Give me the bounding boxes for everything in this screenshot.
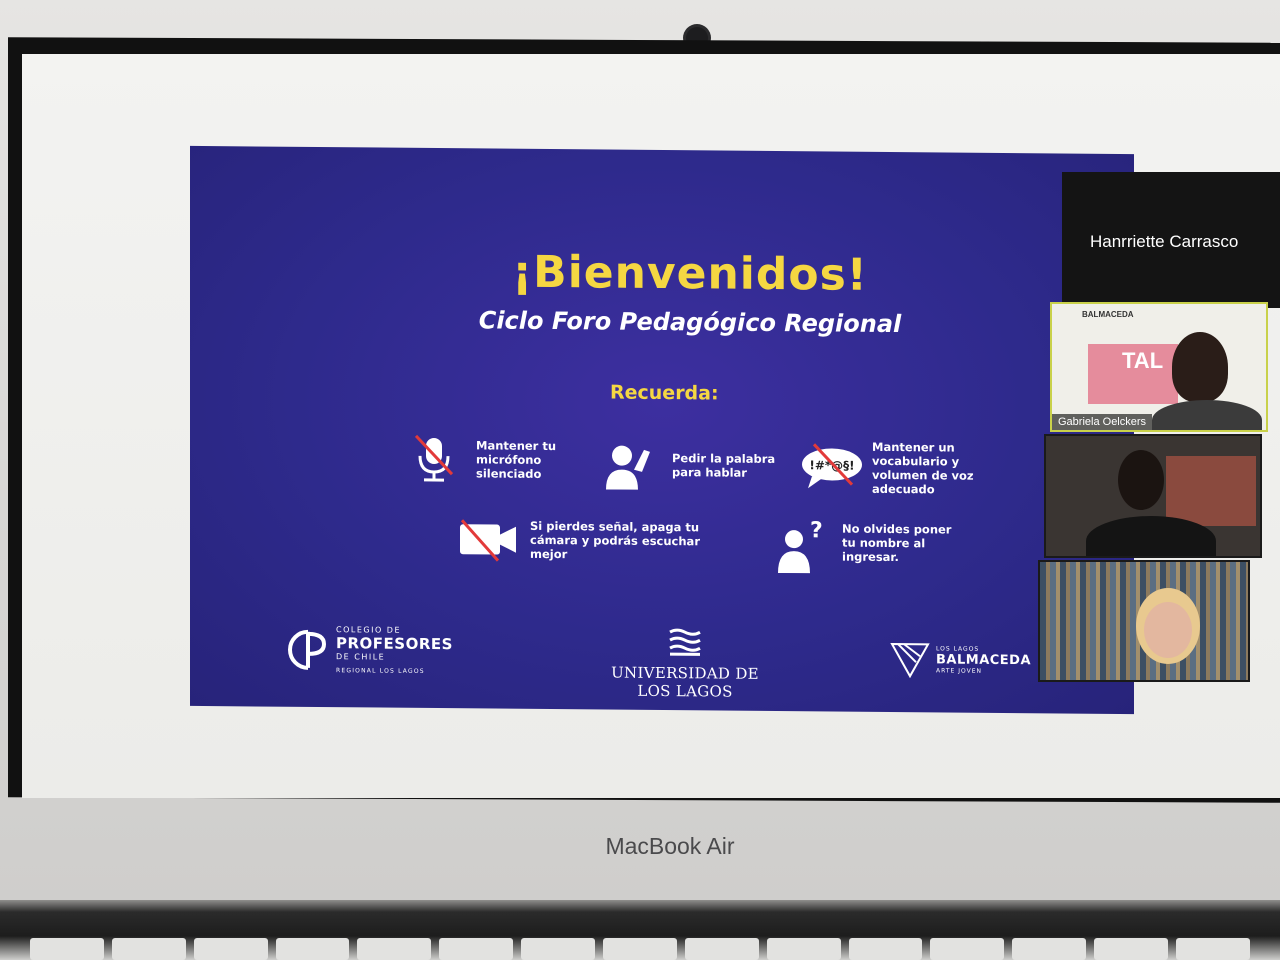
slide-title: ¡Bienvenidos! xyxy=(512,246,868,301)
participant-silhouette xyxy=(1118,450,1164,510)
colegio-profesores-emblem-icon xyxy=(288,629,326,670)
slide-subtitle: Ciclo Foro Pedagógico Regional xyxy=(478,306,902,339)
svg-text:?: ? xyxy=(810,518,823,543)
keyboard-keys xyxy=(0,938,1280,960)
logo-text: REGIONAL LOS LAGOS xyxy=(336,667,425,675)
backdrop-text: TAL xyxy=(1122,348,1164,373)
backdrop-text: BALMACEDA xyxy=(1082,310,1134,319)
logo-text: BALMACEDA xyxy=(936,651,1032,668)
balmaceda-triangles-icon xyxy=(890,642,930,679)
participant-silhouette xyxy=(1172,332,1228,402)
universidad-los-lagos-logo: UNIVERSIDAD DE LOS LAGOS xyxy=(600,625,770,701)
laptop-brand-label: MacBook Air xyxy=(605,833,735,859)
logo-text: PROFESORES xyxy=(336,634,453,654)
rule-text: No olvides poner tu nombre al ingresar. xyxy=(842,521,952,565)
participant-video-tile[interactable] xyxy=(1044,434,1262,558)
rule-text: Mantener un vocabulario y volumen de voz… xyxy=(872,439,974,497)
logo-text: DE CHILE xyxy=(336,652,386,662)
rule-vocabulary: !#*@§! Mantener un vocabulario y volumen… xyxy=(800,439,1022,497)
active-speaker-name: Hanrriette Carrasco xyxy=(1090,232,1239,251)
no-swearing-speech-bubble-icon: !#*@§! xyxy=(800,442,862,493)
balmaceda-logo: LOS LAGOS BALMACEDA ARTE JOVEN xyxy=(890,640,1031,679)
wall-art xyxy=(1166,456,1256,526)
participant-name-label: Gabriela Oelckers xyxy=(1052,414,1153,430)
rule-raise-hand: Pedir la palabra para hablar xyxy=(600,439,822,491)
rule-mute-mic: Mantener tu micrófono silenciado xyxy=(404,434,626,486)
participant-silhouette xyxy=(1144,602,1192,658)
rule-name: ? No olvides poner tu nombre al ingresar… xyxy=(770,517,992,574)
colegio-profesores-logo: COLEGIO DE PROFESORES DE CHILE REGIONAL … xyxy=(286,625,453,675)
participant-video-tile[interactable] xyxy=(1038,560,1250,682)
participant-silhouette xyxy=(1152,400,1262,430)
waves-icon xyxy=(669,628,701,656)
logo-text: UNIVERSIDAD DE LOS LAGOS xyxy=(611,663,759,701)
slide-recuerda-heading: Recuerda: xyxy=(610,381,719,405)
question-person-icon: ? xyxy=(770,517,830,574)
presentation-slide: ¡Bienvenidos! Ciclo Foro Pedagógico Regi… xyxy=(190,145,1134,715)
participant-video-tile[interactable]: BALMACEDA TAL Gabriela Oelckers xyxy=(1050,302,1268,432)
camera-off-icon xyxy=(458,514,518,565)
rule-text: Si pierdes señal, apaga tu cámara y podr… xyxy=(530,518,700,562)
logo-text: ARTE JOVEN xyxy=(936,666,982,675)
muted-microphone-icon xyxy=(404,434,464,485)
participant-silhouette xyxy=(1086,516,1216,556)
rule-camera-off: Si pierdes señal, apaga tu cámara y podr… xyxy=(458,514,720,566)
raised-hand-icon xyxy=(600,439,660,490)
